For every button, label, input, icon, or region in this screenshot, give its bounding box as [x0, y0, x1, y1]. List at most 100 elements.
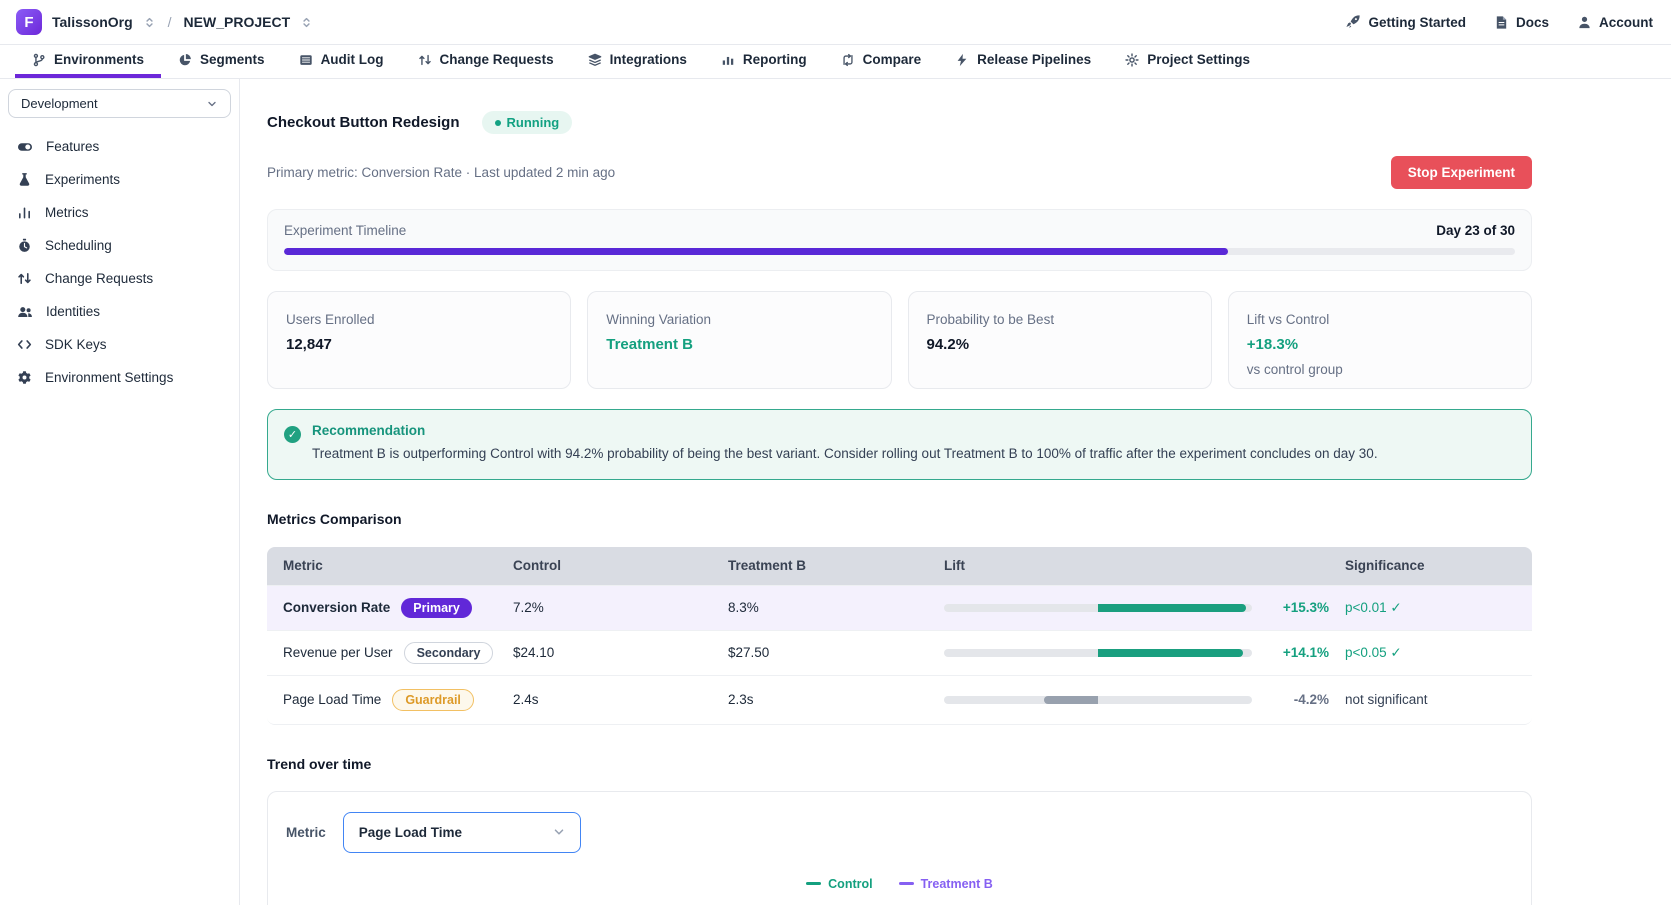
flask-icon — [17, 172, 32, 187]
metric-badge: Guardrail — [392, 689, 474, 711]
breadcrumb-separator: / — [168, 14, 172, 30]
project-name[interactable]: NEW_PROJECT — [184, 14, 291, 30]
gear-icon — [1125, 53, 1139, 67]
stat-value: Treatment B — [606, 336, 872, 353]
experiment-meta: Primary metric: Conversion Rate · Last u… — [267, 165, 615, 180]
treatment-value: 2.3s — [712, 692, 928, 707]
sidebar-item-scheduling[interactable]: Scheduling — [0, 229, 239, 262]
table-row-conversion-rate: Conversion Rate Primary 7.2% 8.3% +15.3%… — [267, 585, 1532, 630]
tab-integrations[interactable]: Integrations — [571, 45, 704, 78]
stat-card-users-enrolled: Users Enrolled 12,847 — [267, 291, 571, 389]
control-value: 7.2% — [497, 600, 712, 615]
bolt-icon — [955, 53, 969, 67]
metric-name: Revenue per User — [283, 645, 393, 660]
tab-environments[interactable]: Environments — [15, 45, 161, 78]
significance-value: p<0.01 ✓ — [1329, 600, 1532, 616]
docs-link[interactable]: Docs — [1494, 15, 1549, 30]
table-header-row: Metric Control Treatment B Lift Signific… — [267, 547, 1532, 585]
sidebar-item-sdk-keys[interactable]: SDK Keys — [0, 328, 239, 361]
check-circle-icon: ✓ — [284, 426, 301, 443]
stat-cards: Users Enrolled 12,847 Winning Variation … — [267, 291, 1532, 389]
significance-value: not significant — [1329, 692, 1532, 707]
lift-bar — [944, 649, 1252, 657]
sidebar-item-metrics[interactable]: Metrics — [0, 196, 239, 229]
rocket-icon — [1345, 14, 1361, 30]
lift-value: +15.3% — [1264, 600, 1329, 615]
stat-card-probability-best: Probability to be Best 94.2% — [908, 291, 1212, 389]
pie-icon — [178, 53, 192, 67]
timeline-label: Experiment Timeline — [284, 223, 406, 238]
environment-selector[interactable]: Development — [8, 89, 231, 118]
tab-compare[interactable]: Compare — [824, 45, 939, 78]
timeline-progress-fill — [284, 248, 1228, 255]
app-logo[interactable]: F — [16, 9, 42, 35]
recommendation-banner: ✓ Recommendation Treatment B is outperfo… — [267, 409, 1532, 480]
metrics-comparison-heading: Metrics Comparison — [267, 511, 1532, 527]
sidebar-item-environment-settings[interactable]: Environment Settings — [0, 361, 239, 394]
recommendation-body: Treatment B is outperforming Control wit… — [312, 445, 1378, 464]
treatment-value: $27.50 — [712, 645, 928, 660]
bar-chart-icon — [721, 53, 735, 67]
chevron-down-icon — [552, 825, 566, 839]
metric-name: Page Load Time — [283, 692, 381, 707]
arrows-updown-icon — [17, 271, 32, 286]
metric-select-label: Metric — [286, 825, 326, 840]
lift-value: -4.2% — [1264, 692, 1329, 707]
branch-icon — [32, 53, 46, 67]
list-icon — [299, 53, 313, 67]
tab-reporting[interactable]: Reporting — [704, 45, 824, 78]
legend-marker-icon — [806, 882, 821, 885]
treatment-value: 8.3% — [712, 600, 928, 615]
arrows-updown-icon — [418, 53, 432, 67]
metric-name: Conversion Rate — [283, 600, 390, 615]
sidebar-item-change-requests[interactable]: Change Requests — [0, 262, 239, 295]
account-link[interactable]: Account — [1577, 15, 1653, 30]
metric-select[interactable]: Page Load Time — [343, 812, 581, 853]
project-nav: Environments Segments Audit Log Change R… — [0, 45, 1671, 79]
stop-experiment-button[interactable]: Stop Experiment — [1391, 156, 1532, 189]
metric-badge: Primary — [401, 598, 472, 618]
sidebar-item-features[interactable]: Features — [0, 130, 239, 163]
recommendation-title: Recommendation — [312, 423, 1378, 438]
legend-item-treatment-b[interactable]: Treatment B — [899, 877, 993, 891]
legend-item-control[interactable]: Control — [806, 877, 872, 891]
stopwatch-icon — [17, 238, 32, 253]
status-badge: Running — [482, 111, 573, 134]
compare-icon — [841, 53, 855, 67]
tab-segments[interactable]: Segments — [161, 45, 282, 78]
stat-value: 12,847 — [286, 336, 552, 353]
timeline-day-counter: Day 23 of 30 — [1436, 223, 1515, 238]
chart-legend: Control Treatment B — [268, 877, 1531, 891]
people-icon — [17, 304, 33, 320]
tab-project-settings[interactable]: Project Settings — [1108, 45, 1267, 78]
tab-release-pipelines[interactable]: Release Pipelines — [938, 45, 1108, 78]
significance-value: p<0.05 ✓ — [1329, 645, 1532, 661]
tab-audit-log[interactable]: Audit Log — [282, 45, 401, 78]
table-row-revenue-per-user: Revenue per User Secondary $24.10 $27.50… — [267, 630, 1532, 675]
stat-card-winning-variation: Winning Variation Treatment B — [587, 291, 891, 389]
user-icon — [1577, 15, 1592, 30]
trend-chart-card: Metric Page Load Time Control — [267, 791, 1532, 905]
tab-change-requests[interactable]: Change Requests — [401, 45, 571, 78]
experiment-timeline-card: Experiment Timeline Day 23 of 30 — [267, 209, 1532, 271]
stat-value: 94.2% — [927, 336, 1193, 353]
lift-bar — [944, 604, 1252, 612]
metrics-icon — [17, 205, 32, 220]
sidebar-item-identities[interactable]: Identities — [0, 295, 239, 328]
org-switcher-icon[interactable] — [143, 16, 156, 29]
metric-badge: Secondary — [404, 642, 494, 664]
experiment-title: Checkout Button Redesign — [267, 114, 460, 131]
code-icon — [17, 337, 32, 352]
table-row-page-load-time: Page Load Time Guardrail 2.4s 2.3s -4.2%… — [267, 675, 1532, 724]
sidebar-item-experiments[interactable]: Experiments — [0, 163, 239, 196]
getting-started-link[interactable]: Getting Started — [1345, 14, 1466, 30]
top-header: F TalissonOrg / NEW_PROJECT Getting Star… — [0, 0, 1671, 45]
breadcrumb: F TalissonOrg / NEW_PROJECT — [16, 9, 313, 35]
toggle-icon — [17, 139, 33, 155]
org-name[interactable]: TalissonOrg — [52, 14, 133, 30]
chevron-down-icon — [206, 98, 218, 110]
control-value: 2.4s — [497, 692, 712, 707]
project-switcher-icon[interactable] — [300, 16, 313, 29]
legend-marker-icon — [899, 882, 914, 885]
lift-value: +14.1% — [1264, 645, 1329, 660]
